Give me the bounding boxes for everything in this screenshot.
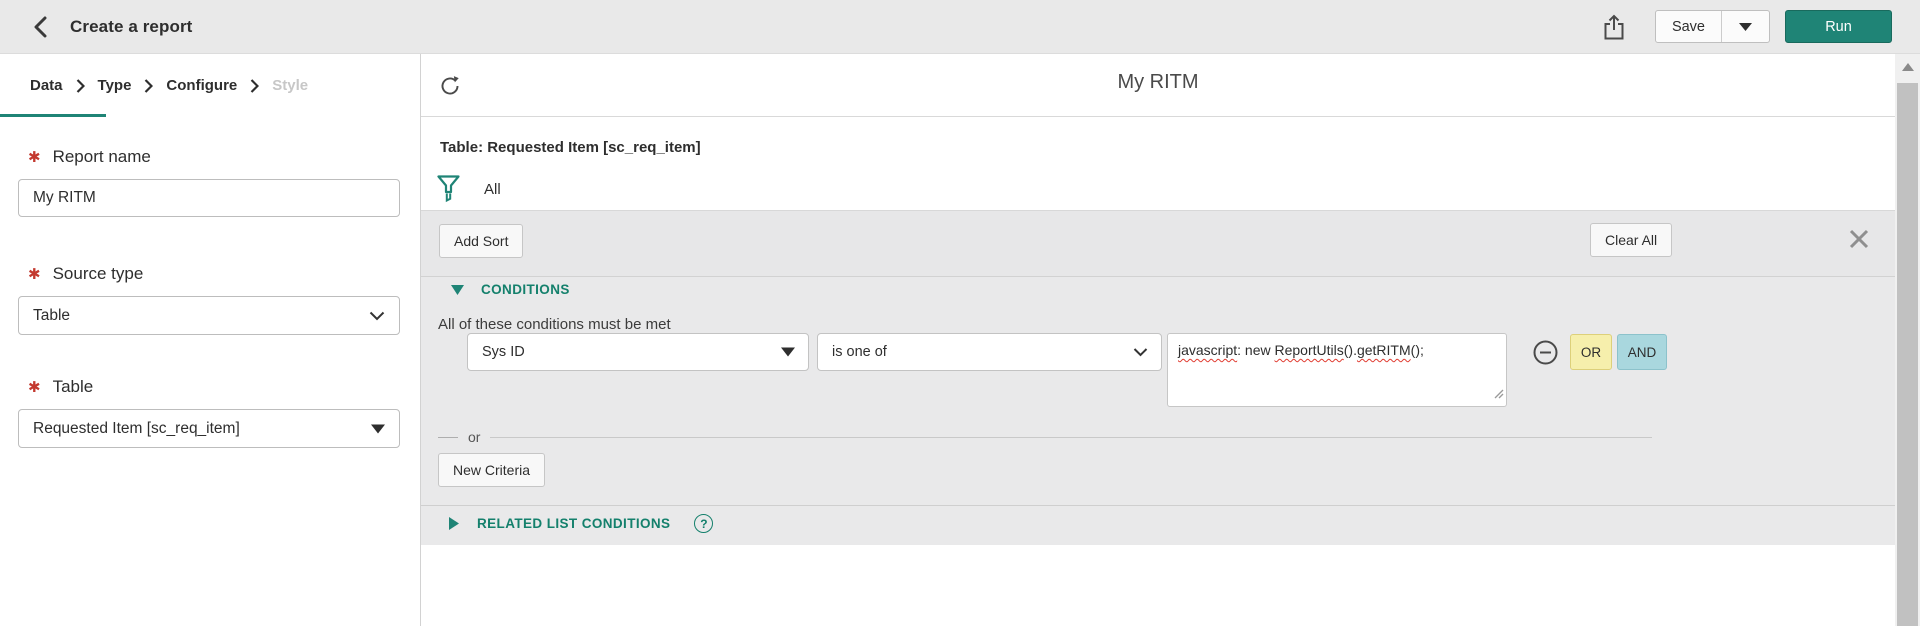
filter-toolbar: Add Sort Clear All [421, 211, 1895, 277]
add-sort-button[interactable]: Add Sort [439, 224, 524, 258]
condition-operator-select[interactable]: is one of [817, 333, 1162, 371]
chevron-right-icon [144, 78, 154, 93]
filter-funnel-icon [437, 175, 460, 203]
preview-header: My RITM [421, 54, 1895, 117]
divider-line [490, 436, 1653, 438]
related-list-conditions-toggle[interactable]: RELATED LIST CONDITIONS ? [449, 514, 714, 533]
save-button[interactable]: Save [1656, 11, 1721, 42]
triangle-right-icon [449, 517, 459, 530]
close-filter-button[interactable] [1844, 224, 1874, 254]
triangle-down-icon [781, 347, 795, 357]
page-title: Create a report [70, 16, 193, 36]
or-condition-button[interactable]: OR [1570, 334, 1612, 370]
wizard-step-configure[interactable]: Configure [166, 77, 237, 94]
chevron-left-icon [34, 16, 47, 37]
source-type-field-group: ✱ Source type Table [0, 264, 420, 335]
remove-condition-button[interactable] [1533, 340, 1558, 365]
topbar-actions: Save Run [1597, 10, 1892, 44]
source-type-select[interactable]: Table [18, 296, 400, 335]
report-builder-app: Create a report Save Run Data Type Confi… [0, 0, 1920, 626]
help-icon[interactable]: ? [694, 514, 714, 533]
condition-field-value: Sys ID [482, 344, 525, 360]
wizard-step-style: Style [272, 77, 309, 94]
close-x-icon [1849, 229, 1869, 249]
chevron-down-icon [1133, 348, 1148, 357]
back-button[interactable] [28, 14, 54, 40]
new-criteria-button[interactable]: New Criteria [438, 453, 546, 487]
share-button[interactable] [1597, 10, 1631, 44]
save-split-button: Save [1654, 10, 1770, 43]
or-divider-label: or [468, 429, 481, 445]
table-label: ✱ Table [0, 377, 420, 397]
table-value: Requested Item [sc_req_item] [33, 419, 240, 437]
table-label-text: Table [52, 377, 94, 396]
table-select[interactable]: Requested Item [sc_req_item] [18, 409, 400, 448]
report-name-input[interactable] [18, 179, 400, 217]
related-list-conditions-label: RELATED LIST CONDITIONS [477, 516, 671, 531]
triangle-down-icon [451, 284, 464, 295]
vertical-scrollbar[interactable] [1895, 54, 1920, 626]
condition-field-select[interactable]: Sys ID [467, 333, 809, 371]
scrollbar-thumb[interactable] [1897, 83, 1918, 626]
divider-dash [438, 436, 458, 438]
condition-operator-value: is one of [832, 344, 887, 360]
wizard-step-data[interactable]: Data [30, 77, 63, 94]
required-icon: ✱ [28, 265, 41, 283]
filter-summary-row[interactable]: All [437, 172, 501, 206]
conditions-intro-text: All of these conditions must be met [438, 316, 671, 333]
share-export-icon [1604, 14, 1624, 39]
report-preview-pane: My RITM Table: Requested Item [sc_req_it… [421, 54, 1895, 626]
scroll-up-button[interactable] [1895, 54, 1920, 80]
required-icon: ✱ [28, 378, 41, 396]
save-dropdown-button[interactable] [1721, 11, 1769, 42]
and-condition-button[interactable]: AND [1617, 334, 1667, 370]
triangle-up-icon [1901, 63, 1914, 71]
table-field-group: ✱ Table Requested Item [sc_req_item] [0, 377, 420, 448]
condition-row: Sys ID is one of javascript: new ReportU… [467, 333, 1667, 407]
divider [421, 505, 1895, 506]
conditions-panel: CONDITIONS All of these conditions must … [421, 277, 1895, 545]
active-tab-underline [0, 114, 106, 117]
chevron-right-icon [250, 78, 260, 93]
minus-circle-icon [1533, 340, 1558, 365]
clear-all-button[interactable]: Clear All [1590, 223, 1673, 257]
conditions-section-toggle[interactable]: CONDITIONS [451, 282, 570, 297]
condition-value-textarea[interactable]: javascript: new ReportUtils().getRITM(); [1167, 333, 1507, 407]
conditions-section-label: CONDITIONS [481, 282, 570, 297]
wizard-step-type[interactable]: Type [98, 77, 132, 94]
source-type-label-text: Source type [52, 264, 144, 283]
report-settings-sidebar: Data Type Configure Style ✱ Report name [0, 54, 421, 626]
filter-summary-text: All [484, 180, 501, 198]
triangle-down-icon [371, 424, 385, 433]
report-name-field-group: ✱ Report name [0, 147, 420, 217]
chevron-right-icon [76, 78, 85, 93]
or-divider: or [438, 429, 1653, 445]
source-type-label: ✱ Source type [0, 264, 420, 284]
report-title: My RITM [1117, 71, 1199, 93]
caret-down-icon [1739, 22, 1752, 31]
source-type-value: Table [33, 306, 71, 324]
chevron-down-icon [369, 311, 385, 321]
wizard-steps: Data Type Configure Style [0, 54, 420, 117]
table-caption: Table: Requested Item [sc_req_item] [440, 139, 701, 156]
report-name-label-text: Report name [52, 147, 151, 166]
resize-handle-icon[interactable] [1493, 385, 1504, 404]
run-button[interactable]: Run [1785, 10, 1892, 43]
required-icon: ✱ [28, 148, 41, 166]
top-bar: Create a report Save Run [0, 0, 1920, 54]
report-name-label: ✱ Report name [0, 147, 420, 167]
